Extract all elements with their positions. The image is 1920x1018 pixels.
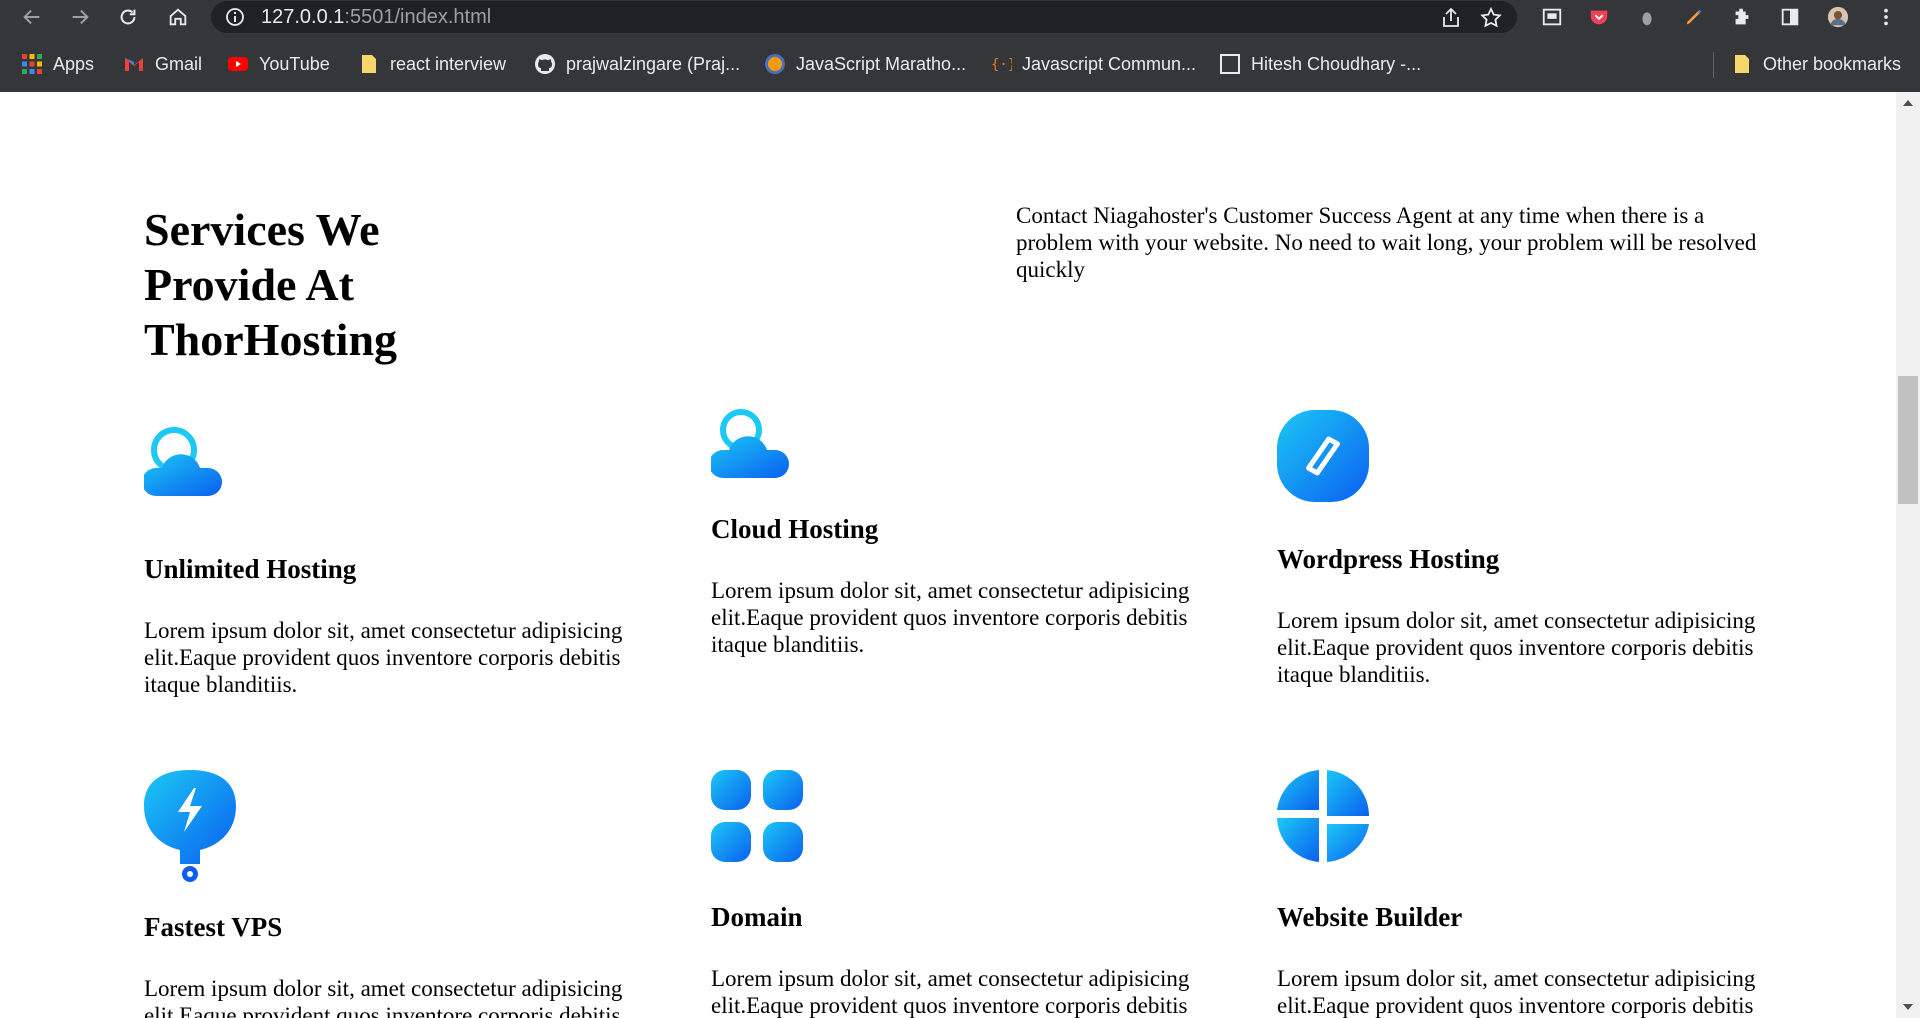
service-text: Lorem ipsum dolor sit, amet consectetur …	[1277, 608, 1756, 687]
color-picker-extension[interactable]	[1678, 1, 1710, 33]
url-text: 127.0.0.1:5501/index.html	[261, 7, 491, 27]
bookmark-label: Apps	[53, 53, 95, 74]
home-icon	[169, 8, 187, 26]
browser-toolbar: 127.0.0.1:5501/index.html	[0, 0, 1920, 34]
vertical-scrollbar[interactable]	[1896, 92, 1920, 1018]
home-button[interactable]	[162, 1, 194, 33]
section-description: Contact Niagahoster's Customer Success A…	[1016, 203, 1757, 282]
url-path: :5501/index.html	[344, 6, 492, 28]
back-button[interactable]	[16, 1, 48, 33]
gmail-icon	[125, 58, 143, 71]
pocket-extension[interactable]	[1583, 1, 1615, 33]
forward-button[interactable]	[64, 1, 96, 33]
scroll-down-arrow[interactable]	[1903, 1004, 1913, 1010]
apps-grid-icon	[22, 54, 42, 74]
service-text: Lorem ipsum dolor sit, amet consectetur …	[144, 618, 623, 697]
forward-arrow-icon	[72, 9, 89, 25]
service-card-cloud-hosting: Cloud Hosting Lorem ipsum dolor sit, ame…	[709, 406, 1231, 658]
page-viewport: Services We Provide At ThorHosting Conta…	[0, 92, 1896, 1018]
bookmark-hitesh[interactable]: Hitesh Choudhary -...	[1219, 52, 1421, 76]
service-card-website-builder: Website Builder Lorem ipsum dolor sit, a…	[1277, 770, 1797, 1018]
github-icon	[535, 54, 555, 74]
cloud-icon	[709, 409, 789, 478]
scrollbar-thumb[interactable]	[1898, 376, 1918, 504]
cloud-icon	[142, 427, 222, 496]
pen-icon	[1686, 9, 1702, 25]
service-text: Lorem ipsum dolor sit, amet consectetur …	[711, 578, 1190, 657]
extensions-button[interactable]	[1726, 1, 1758, 33]
service-title: Unlimited Hosting	[144, 554, 357, 584]
service-card-domain: Domain Lorem ipsum dolor sit, amet conse…	[711, 770, 1231, 1018]
bookmarks-divider	[1713, 52, 1714, 78]
bookmark-label: Javascript Commun...	[1022, 53, 1197, 74]
bookmark-react-interview[interactable]: react interview	[358, 52, 506, 76]
bookmark-js-community[interactable]: {·} Javascript Commun...	[990, 52, 1196, 76]
puzzle-icon	[1735, 8, 1749, 25]
code-braces-icon: {·}	[991, 57, 1012, 73]
back-arrow-icon	[23, 9, 40, 25]
folder-icon	[1735, 55, 1749, 73]
layout-pie-icon	[1277, 770, 1370, 862]
more-vert-icon	[1884, 8, 1888, 26]
bookmark-label: YouTube	[259, 53, 330, 74]
bookmark-label: prajwalzingare (Praj...	[566, 53, 741, 74]
service-title: Website Builder	[1277, 902, 1463, 932]
scroll-up-arrow[interactable]	[1903, 100, 1913, 106]
service-text: Lorem ipsum dolor sit, amet consectetur …	[144, 976, 623, 1018]
service-card-wordpress-hosting: Wordpress Hosting Lorem ipsum dolor sit,…	[1277, 410, 1797, 688]
other-bookmarks[interactable]: Other bookmarks	[1731, 52, 1901, 76]
info-icon[interactable]	[225, 7, 245, 27]
browser-chrome: 127.0.0.1:5501/index.html Apps Gmail You…	[0, 0, 1920, 92]
reload-icon	[120, 9, 136, 25]
youtube-icon	[228, 57, 248, 71]
service-text: Lorem ipsum dolor sit, amet consectetur …	[711, 966, 1190, 1018]
service-card-unlimited-hosting: Unlimited Hosting Lorem ipsum dolor sit,…	[142, 420, 664, 698]
bookmark-star-icon[interactable]	[1479, 6, 1503, 30]
marathon-icon	[765, 54, 785, 74]
section-title: Services We Provide At ThorHosting	[144, 204, 398, 365]
svg-text:{·}: {·}	[991, 57, 1012, 73]
bookmark-label: react interview	[390, 53, 507, 74]
url-host: 127.0.0.1	[261, 6, 345, 28]
other-bookmarks-label: Other bookmarks	[1763, 53, 1902, 74]
service-title: Wordpress Hosting	[1277, 544, 1500, 574]
service-title: Cloud Hosting	[711, 514, 879, 544]
service-title: Domain	[711, 902, 803, 932]
service-card-fastest-vps: Fastest VPS Lorem ipsum dolor sit, amet …	[144, 770, 664, 1018]
reload-button[interactable]	[112, 1, 144, 33]
address-bar[interactable]: 127.0.0.1:5501/index.html	[211, 1, 1517, 33]
bookmarks-bar: Apps Gmail YouTube react interview prajw…	[0, 46, 1920, 82]
bookmark-apps[interactable]: Apps	[21, 52, 94, 76]
bookmark-label: Hitesh Choudhary -...	[1251, 53, 1422, 74]
grid-squares-icon	[711, 770, 803, 862]
media-button[interactable]	[1536, 1, 1568, 33]
media-icon	[1542, 8, 1562, 26]
extension-button-gray[interactable]	[1631, 1, 1663, 33]
bookmark-js-marathon[interactable]: JavaScript Maratho...	[764, 52, 966, 76]
bookmark-youtube[interactable]: YouTube	[227, 52, 330, 76]
wordpress-icon	[1277, 410, 1369, 502]
bookmark-gmail[interactable]: Gmail	[123, 52, 202, 76]
service-text: Lorem ipsum dolor sit, amet consectetur …	[1277, 966, 1756, 1018]
bookmark-github[interactable]: prajwalzingare (Praj...	[534, 52, 740, 76]
side-panel-button[interactable]	[1774, 1, 1806, 33]
profile-button[interactable]	[1822, 1, 1854, 33]
menu-button[interactable]	[1870, 1, 1902, 33]
side-panel-icon	[1781, 8, 1799, 26]
lightning-pin-icon	[144, 770, 236, 882]
page-icon	[1220, 54, 1240, 74]
extension-drop-icon	[1642, 12, 1652, 26]
share-icon[interactable]	[1439, 6, 1463, 30]
bookmark-label: JavaScript Maratho...	[796, 53, 967, 74]
pocket-icon	[1590, 10, 1608, 25]
avatar	[1827, 6, 1849, 28]
folder-icon	[362, 55, 376, 73]
service-title: Fastest VPS	[144, 912, 283, 942]
bookmark-label: Gmail	[155, 53, 203, 74]
